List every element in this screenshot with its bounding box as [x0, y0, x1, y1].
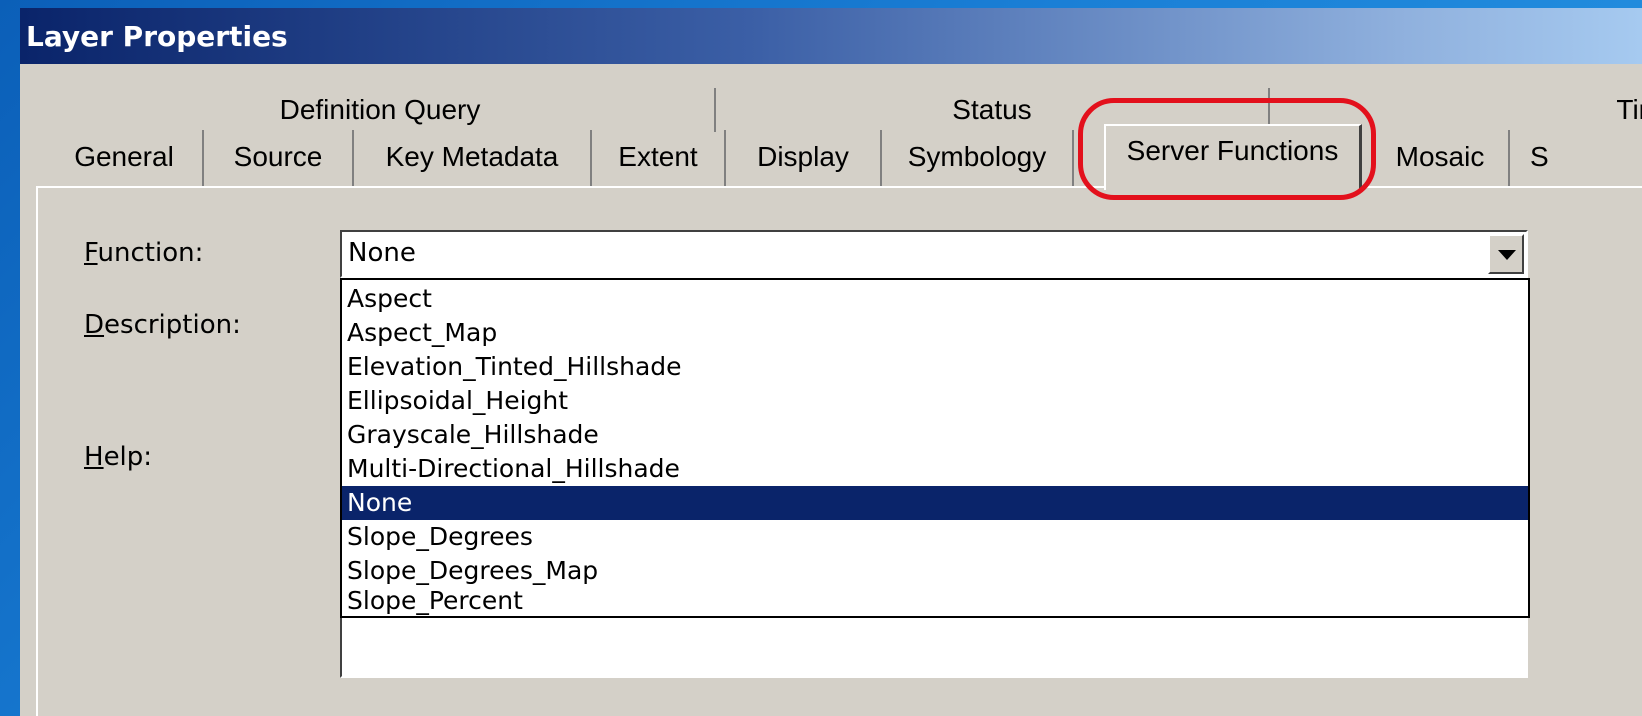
dropdown-button[interactable]: [1488, 234, 1524, 274]
tab-key-metadata[interactable]: Key Metadata: [354, 130, 592, 186]
description-label: Description:: [84, 310, 241, 340]
option-aspect[interactable]: Aspect: [342, 282, 1528, 316]
tab-mosaic[interactable]: Mosaic: [1372, 130, 1510, 186]
function-dropdown-list[interactable]: Aspect Aspect_Map Elevation_Tinted_Hills…: [340, 278, 1530, 618]
option-grayscale-hillshade[interactable]: Grayscale_Hillshade: [342, 418, 1528, 452]
tab-extent[interactable]: Extent: [592, 130, 726, 186]
option-none-selected[interactable]: None: [342, 486, 1528, 520]
help-label: Help:: [84, 442, 153, 472]
layer-properties-dialog: Layer Properties Definition Query Status…: [20, 8, 1642, 716]
window-title: Layer Properties: [26, 20, 288, 53]
title-bar[interactable]: Layer Properties: [20, 8, 1642, 64]
tab-s-truncated[interactable]: S: [1510, 130, 1642, 186]
function-combobox[interactable]: None: [340, 230, 1528, 278]
tab-server-functions[interactable]: Server Functions: [1104, 124, 1362, 190]
tab-panel-top-edge: [36, 186, 1642, 188]
tab-general[interactable]: General: [46, 130, 204, 186]
option-aspect-map[interactable]: Aspect_Map: [342, 316, 1528, 350]
tab-definition-query[interactable]: Definition Query: [46, 88, 716, 132]
tab-panel-left-edge: [36, 188, 38, 716]
function-label: Function:: [84, 238, 204, 268]
option-slope-degrees[interactable]: Slope_Degrees: [342, 520, 1528, 554]
chevron-down-icon: [1498, 250, 1516, 260]
option-slope-percent[interactable]: Slope_Percent: [342, 584, 1528, 618]
tab-display[interactable]: Display: [726, 130, 882, 186]
option-multi-directional-hillshade[interactable]: Multi-Directional_Hillshade: [342, 452, 1528, 486]
option-elevation-tinted-hillshade[interactable]: Elevation_Tinted_Hillshade: [342, 350, 1528, 384]
tab-source[interactable]: Source: [204, 130, 354, 186]
help-textbox[interactable]: [340, 618, 1528, 678]
function-combobox-value: None: [348, 238, 416, 268]
tab-symbology[interactable]: Symbology: [882, 130, 1074, 186]
option-ellipsoidal-height[interactable]: Ellipsoidal_Height: [342, 384, 1528, 418]
option-slope-degrees-map[interactable]: Slope_Degrees_Map: [342, 554, 1528, 588]
